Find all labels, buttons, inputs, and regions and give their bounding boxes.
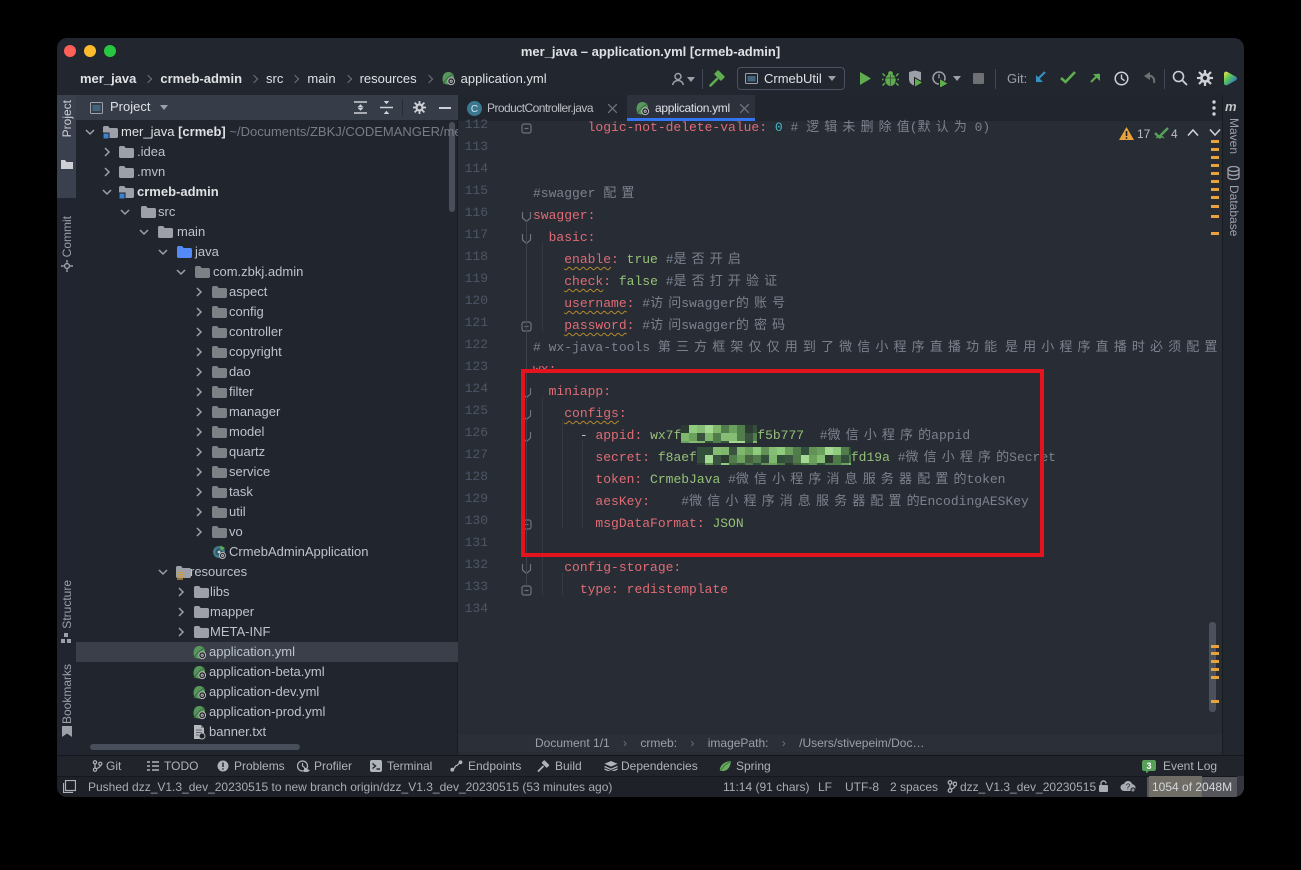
svg-text:C: C bbox=[471, 104, 478, 115]
svg-text:?: ? bbox=[1126, 783, 1131, 792]
svg-text:3: 3 bbox=[1146, 761, 1151, 771]
